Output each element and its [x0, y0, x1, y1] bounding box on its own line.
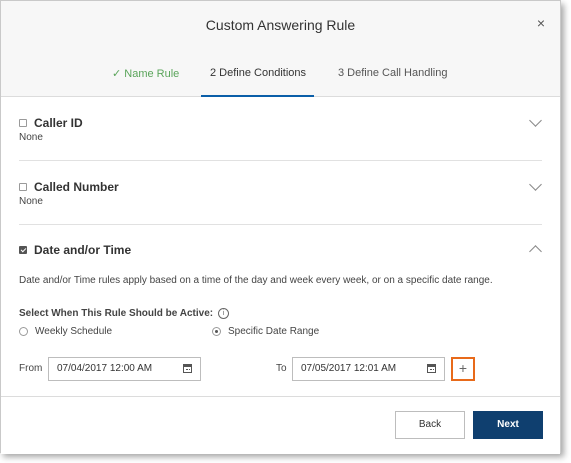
- caller-id-chevron-down-icon[interactable]: [529, 114, 542, 127]
- weekly-schedule-option[interactable]: Weekly Schedule: [19, 326, 112, 337]
- date-time-chevron-up-icon[interactable]: [529, 245, 542, 258]
- called-number-label: Called Number: [34, 179, 119, 194]
- divider: [19, 160, 542, 161]
- dialog-footer: Back Next: [1, 396, 560, 454]
- caller-id-label: Caller ID: [34, 115, 83, 130]
- from-date-value: 07/04/2017 12:00 AM: [57, 363, 153, 374]
- next-button[interactable]: Next: [473, 411, 543, 439]
- to-label: To: [276, 363, 287, 374]
- divider: [19, 224, 542, 225]
- step-define-call-handling[interactable]: 3 Define Call Handling: [338, 67, 447, 79]
- caller-id-checkbox[interactable]: [19, 118, 27, 127]
- date-time-label: Date and/or Time: [34, 242, 132, 257]
- caller-id-header[interactable]: Caller ID: [19, 115, 83, 130]
- add-date-range-button[interactable]: +: [451, 357, 475, 381]
- calendar-icon[interactable]: [183, 364, 192, 373]
- weekly-schedule-radio[interactable]: [19, 326, 28, 336]
- calendar-icon[interactable]: [427, 364, 436, 373]
- close-icon[interactable]: ×: [537, 15, 545, 31]
- active-when-text: Select When This Rule Should be Active:: [19, 308, 214, 320]
- called-number-checkbox[interactable]: [19, 182, 27, 191]
- specific-date-range-radio[interactable]: [212, 326, 221, 336]
- custom-answering-rule-dialog: Custom Answering Rule × ✓ Name Rule 2 De…: [0, 0, 561, 454]
- caller-id-value: None: [19, 132, 43, 143]
- active-when-label: Select When This Rule Should be Active: i: [19, 308, 230, 320]
- to-date-input[interactable]: 07/05/2017 12:01 AM: [292, 357, 445, 381]
- called-number-chevron-down-icon[interactable]: [529, 178, 542, 191]
- from-date-input[interactable]: 07/04/2017 12:00 AM: [48, 357, 201, 381]
- date-time-checkbox[interactable]: [19, 245, 27, 254]
- wizard-steps: ✓ Name Rule 2 Define Conditions 3 Define…: [1, 65, 560, 97]
- date-time-header[interactable]: Date and/or Time: [19, 242, 131, 257]
- to-date-value: 07/05/2017 12:01 AM: [301, 363, 397, 374]
- called-number-value: None: [19, 196, 43, 207]
- step-name-rule[interactable]: ✓ Name Rule: [112, 67, 179, 80]
- back-button[interactable]: Back: [395, 411, 465, 439]
- weekly-schedule-label: Weekly Schedule: [35, 326, 113, 337]
- step-define-conditions[interactable]: 2 Define Conditions: [210, 67, 306, 79]
- specific-date-range-label: Specific Date Range: [228, 326, 320, 337]
- dialog-header: Custom Answering Rule × ✓ Name Rule 2 De…: [1, 1, 560, 97]
- date-time-description: Date and/or Time rules apply based on a …: [19, 275, 493, 286]
- dialog-title: Custom Answering Rule: [205, 17, 356, 33]
- called-number-header[interactable]: Called Number: [19, 179, 119, 194]
- from-label: From: [19, 363, 43, 374]
- info-icon[interactable]: i: [218, 308, 230, 319]
- active-step-indicator: [201, 95, 314, 97]
- specific-date-range-option[interactable]: Specific Date Range: [212, 326, 319, 337]
